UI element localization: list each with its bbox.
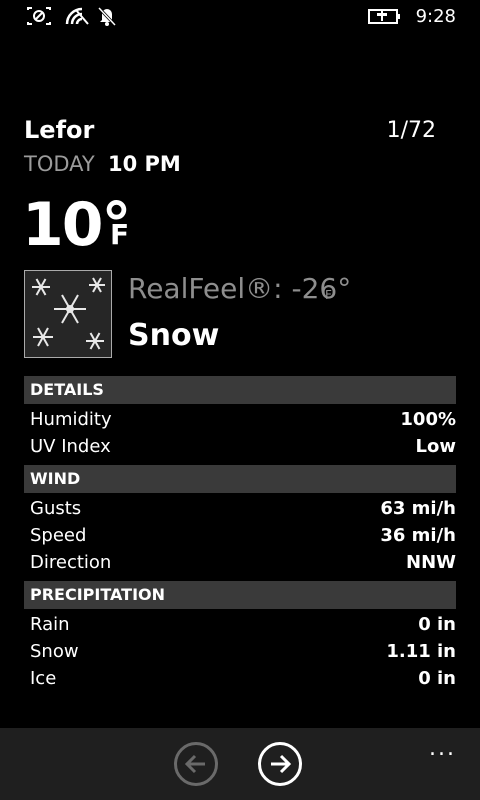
wind-value: NNW [406,552,456,573]
precip-row-ice: Ice 0 in [30,666,456,692]
detail-value: 100% [400,409,456,430]
wind-row-direction: Direction NNW [30,550,456,576]
wind-row-speed: Speed 36 mi/h [30,523,456,549]
location-counter: 1/72 [386,118,436,143]
location-name: Lefor [24,116,95,144]
realfeel-unit: F [325,288,332,302]
detail-value: Low [415,436,456,457]
next-button[interactable] [258,742,302,786]
wind-section-header: WIND [24,465,456,493]
wind-value: 36 mi/h [380,525,456,546]
condition-text: Snow [128,318,220,353]
status-bar: 9:28 [0,0,480,36]
forecast-hour-label: 10 PM [108,152,181,176]
precip-label: Rain [30,614,70,635]
details-section-header: DETAILS [24,376,456,404]
detail-row-humidity: Humidity 100% [30,407,456,433]
battery-charging-icon [368,6,402,30]
realfeel-value: RealFeel®: -26° [128,272,352,305]
temperature-unit: F [110,218,130,251]
precip-value: 1.11 in [386,641,456,662]
wind-label: Gusts [30,498,82,519]
more-icon[interactable]: ... [429,736,456,761]
quiet-hours-icon [96,6,118,30]
precipitation-section-header: PRECIPITATION [24,581,456,609]
snowflake-image [24,270,112,358]
precip-row-rain: Rain 0 in [30,612,456,638]
precip-value: 0 in [418,614,456,635]
wind-label: Speed [30,525,87,546]
status-time: 9:28 [415,6,456,27]
previous-button[interactable] [174,742,218,786]
screen-capture-icon [26,6,52,30]
app-bar [0,728,480,800]
wind-value: 63 mi/h [380,498,456,519]
precip-label: Snow [30,641,79,662]
wind-label: Direction [30,552,112,573]
forecast-day-label: TODAY [24,152,95,176]
precip-value: 0 in [418,668,456,689]
detail-label: Humidity [30,409,112,430]
detail-label: UV Index [30,436,111,457]
precip-row-snow: Snow 1.11 in [30,639,456,665]
wifi-icon [64,6,90,30]
wind-row-gusts: Gusts 63 mi/h [30,496,456,522]
precip-label: Ice [30,668,57,689]
detail-row-uv-index: UV Index Low [30,434,456,460]
back-arrow-icon [184,754,205,774]
forward-arrow-icon [271,754,292,774]
